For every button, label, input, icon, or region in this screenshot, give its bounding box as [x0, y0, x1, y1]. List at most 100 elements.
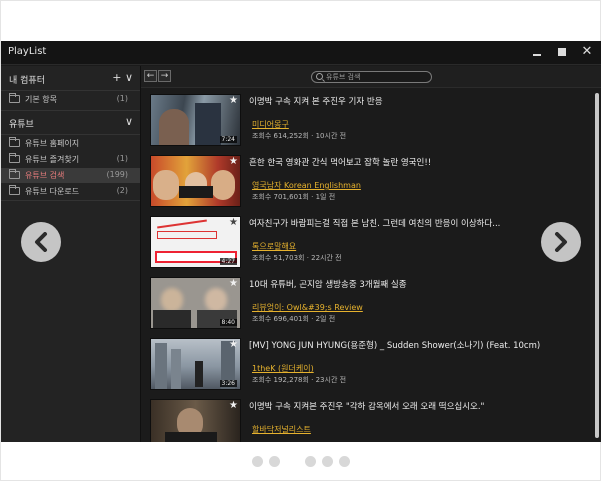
- favorite-star-icon[interactable]: ★: [229, 401, 238, 411]
- folder-open-icon: [9, 169, 20, 179]
- sidebar-section-my-computer[interactable]: 내 컴퓨터 + ∨: [1, 68, 141, 90]
- video-title[interactable]: 10대 유튜버, 곤지암 생방송중 3개월째 실종: [249, 278, 589, 290]
- divider: [1, 134, 140, 135]
- chevron-right-icon: [555, 232, 567, 252]
- video-list: ★ 7:24 이명박 구속 지켜 본 주진우 기자 반응 미디어몽구 조회수 6…: [141, 89, 593, 442]
- carousel-next-button[interactable]: [541, 222, 581, 262]
- list-item[interactable]: ★ 흔한 한국 영화관 간식 먹어보고 잡학 놀란 영국인!! 영국남자 Kor…: [141, 150, 593, 212]
- sidebar-item-count: (1): [116, 94, 128, 103]
- divider: [1, 110, 140, 111]
- section-add-collapse-controls[interactable]: + ∨: [112, 71, 133, 84]
- close-icon: ✕: [581, 44, 593, 59]
- search-box[interactable]: [311, 71, 432, 83]
- video-channel-link[interactable]: 톡으로말해요: [252, 241, 296, 252]
- divider: [1, 200, 140, 201]
- favorite-star-icon[interactable]: ★: [229, 218, 238, 228]
- sidebar-item-default[interactable]: 기본 항목 (1): [1, 92, 140, 107]
- video-thumbnail[interactable]: ★: [150, 399, 241, 442]
- favorite-star-icon[interactable]: ★: [229, 96, 238, 106]
- close-button[interactable]: ✕: [580, 45, 594, 59]
- sidebar: 내 컴퓨터 + ∨ 기본 항목 (1) 유튜브 ∨ 유튜브 홈페이지 유튜브 즐…: [1, 66, 141, 442]
- video-channel-link[interactable]: 할바닥저널리스트: [252, 424, 311, 435]
- video-duration: 4:27: [219, 258, 237, 265]
- minimize-icon: [533, 54, 541, 56]
- folder-icon: [9, 185, 20, 195]
- video-thumbnail[interactable]: ★ 3:26: [150, 338, 241, 390]
- video-thumbnail[interactable]: ★ 8:40: [150, 277, 241, 329]
- sidebar-item-count: (2): [116, 186, 128, 195]
- carousel-pagination: [1, 456, 601, 468]
- carousel-prev-button[interactable]: [21, 222, 61, 262]
- list-item[interactable]: ★ 7:24 이명박 구속 지켜 본 주진우 기자 반응 미디어몽구 조회수 6…: [141, 89, 593, 151]
- video-thumbnail[interactable]: ★: [150, 155, 241, 207]
- video-thumbnail[interactable]: ★ 4:27: [150, 216, 241, 268]
- video-title[interactable]: 여자친구가 바람피는걸 직접 본 남친. 그런데 여친의 반응이 이상하다...: [249, 217, 589, 229]
- video-duration: 3:26: [219, 380, 237, 387]
- arrow-left-icon: ←: [146, 71, 155, 81]
- carousel-dot[interactable]: [252, 456, 263, 467]
- video-channel-link[interactable]: 1theK (원더케이): [252, 363, 314, 374]
- video-meta: 조회수 696,401회 · 2일 전: [252, 315, 336, 323]
- content-toolbar: ← →: [141, 66, 601, 88]
- video-title[interactable]: 이명박 구속 지켜본 주진우 "각하 감옥에서 오래 오래 떡으십시오.": [249, 400, 589, 412]
- maximize-button[interactable]: [555, 45, 569, 59]
- scrollbar-thumb[interactable]: [595, 93, 599, 438]
- search-input[interactable]: [326, 72, 426, 82]
- window-title: PlayList: [8, 46, 47, 57]
- favorite-star-icon[interactable]: ★: [229, 340, 238, 350]
- sidebar-item-youtube-downloads[interactable]: 유튜브 다운로드 (2): [1, 184, 140, 199]
- sidebar-item-label: 유튜브 다운로드: [25, 187, 80, 196]
- video-meta: 조회수 51,703회 · 22시간 전: [252, 254, 342, 262]
- video-title[interactable]: [MV] YONG JUN HYUNG(용준형) _ Sudden Shower…: [249, 339, 589, 351]
- sidebar-item-count: (1): [116, 154, 128, 163]
- sidebar-item-label: 유튜브 홈페이지: [25, 139, 80, 148]
- video-title[interactable]: 이명박 구속 지켜 본 주진우 기자 반응: [249, 95, 589, 107]
- sidebar-section-youtube[interactable]: 유튜브 ∨: [1, 112, 141, 134]
- video-duration: 8:40: [219, 319, 237, 326]
- scrollbar[interactable]: [594, 89, 600, 442]
- sidebar-item-count: (199): [106, 170, 128, 179]
- back-button[interactable]: ←: [144, 70, 157, 82]
- video-meta: 조회수 701,601회 · 1일 전: [252, 193, 336, 201]
- sidebar-item-youtube-search[interactable]: 유튜브 검색 (199): [1, 168, 140, 183]
- carousel-dot[interactable]: [339, 456, 350, 467]
- arrow-right-icon: →: [160, 71, 169, 81]
- folder-icon: [9, 153, 20, 163]
- playlist-app-window: PlayList ✕ 내 컴퓨터 + ∨ 기본 항목 (1) 유튜브 ∨ 유튜브…: [1, 41, 601, 442]
- section-label: 내 컴퓨터: [9, 76, 45, 86]
- carousel-frame: PlayList ✕ 내 컴퓨터 + ∨ 기본 항목 (1) 유튜브 ∨ 유튜브…: [0, 0, 601, 481]
- video-channel-link[interactable]: 미디어몽구: [252, 119, 289, 130]
- minimize-button[interactable]: [530, 45, 544, 59]
- video-title[interactable]: 흔한 한국 영화관 간식 먹어보고 잡학 놀란 영국인!!: [249, 156, 589, 168]
- video-channel-link[interactable]: 리뷰엉이: Owl&#39;s Review: [252, 302, 363, 313]
- video-meta: 조회수 614,252회 · 10시간 전: [252, 132, 347, 140]
- list-item[interactable]: ★ 8:40 10대 유튜버, 곤지암 생방송중 3개월째 실종 리뷰엉이: O…: [141, 272, 593, 334]
- section-label: 유튜브: [9, 120, 34, 130]
- sidebar-item-youtube-home[interactable]: 유튜브 홈페이지: [1, 136, 140, 151]
- favorite-star-icon[interactable]: ★: [229, 279, 238, 289]
- favorite-star-icon[interactable]: ★: [229, 157, 238, 167]
- maximize-icon: [558, 48, 566, 56]
- chevron-down-icon[interactable]: ∨: [125, 115, 133, 128]
- title-bar: PlayList ✕: [1, 41, 601, 65]
- sidebar-item-youtube-favorites[interactable]: 유튜브 즐겨찾기 (1): [1, 152, 140, 167]
- video-duration: 7:24: [219, 136, 237, 143]
- folder-icon: [9, 137, 20, 147]
- sidebar-item-label: 기본 항목: [25, 95, 57, 104]
- list-item[interactable]: ★ 3:26 [MV] YONG JUN HYUNG(용준형) _ Sudden…: [141, 333, 593, 395]
- carousel-dot[interactable]: [322, 456, 333, 467]
- video-thumbnail[interactable]: ★ 7:24: [150, 94, 241, 146]
- folder-icon: [9, 93, 20, 103]
- forward-button[interactable]: →: [158, 70, 171, 82]
- sidebar-item-label: 유튜브 검색: [25, 171, 65, 180]
- search-icon: [316, 73, 323, 80]
- list-item[interactable]: ★ 4:27 여자친구가 바람피는걸 직접 본 남친. 그런데 여친의 반응이 …: [141, 211, 593, 273]
- sidebar-item-label: 유튜브 즐겨찾기: [25, 155, 80, 164]
- carousel-dot[interactable]: [305, 456, 316, 467]
- chevron-left-icon: [35, 232, 47, 252]
- divider: [1, 90, 140, 91]
- carousel-dot[interactable]: [269, 456, 280, 467]
- video-channel-link[interactable]: 영국남자 Korean Englishman: [252, 180, 361, 191]
- video-meta: 조회수 192,278회 · 23시간 전: [252, 376, 347, 384]
- list-item[interactable]: ★ 이명박 구속 지켜본 주진우 "각하 감옥에서 오래 오래 떡으십시오." …: [141, 394, 593, 442]
